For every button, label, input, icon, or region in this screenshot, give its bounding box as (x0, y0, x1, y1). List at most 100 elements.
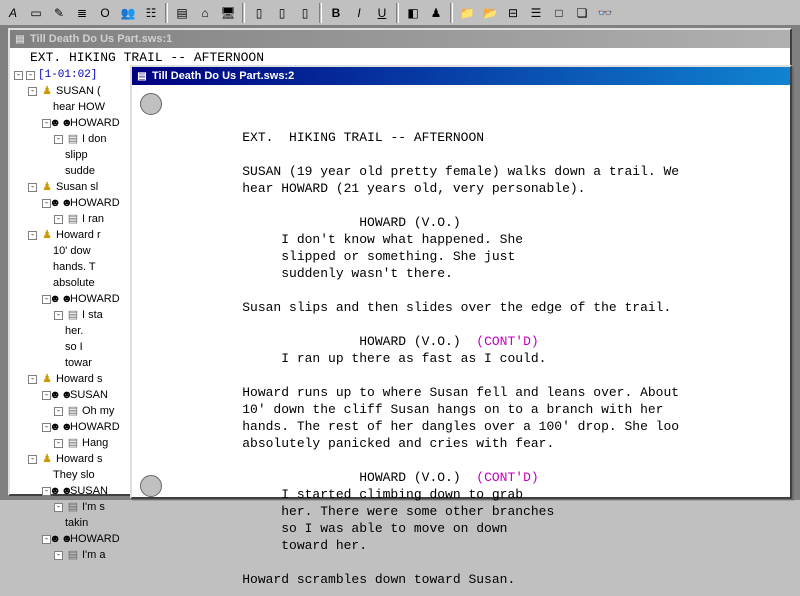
blank-icon[interactable]: □ (548, 2, 570, 24)
tree-node-label: her. (65, 323, 83, 339)
tree-node-label: They slo (53, 467, 95, 483)
pc-icon[interactable]: 🖥 (217, 2, 239, 24)
collapse-icon[interactable]: - (54, 551, 63, 560)
person-icon: ♟ (40, 180, 54, 194)
collapse-icon[interactable]: - (54, 407, 63, 416)
action-text: Howard scrambles down toward Susan. (172, 572, 515, 587)
green-doc-icon[interactable]: ▤ (171, 2, 193, 24)
tree-node-label: slipp (65, 147, 88, 163)
doc-icon: ▤ (66, 500, 80, 514)
action-text: Howard runs up to where Susan fell and l… (172, 385, 679, 451)
list-icon[interactable]: ☰ (525, 2, 547, 24)
tree-node-label: SUSAN (70, 387, 108, 403)
dialogue-text: I started climbing down to grab her. The… (172, 487, 554, 553)
tree-node-label: absolute (53, 275, 95, 291)
tree-node-label: I'm s (82, 499, 105, 515)
user-icon[interactable]: ♟ (425, 2, 447, 24)
doc-lines-icon[interactable]: ≣ (71, 2, 93, 24)
collapse-icon[interactable]: - (28, 183, 37, 192)
tree-node-label: so I (65, 339, 83, 355)
tree-node-label: Oh my (82, 403, 114, 419)
script-window-titlebar[interactable]: ▤ Till Death Do Us Part.sws:2 (132, 67, 790, 85)
paren-o-icon[interactable]: O (94, 2, 116, 24)
doc-icon: ▤ (66, 436, 80, 450)
collapse-icon[interactable]: - (28, 375, 37, 384)
scene-heading: EXT. HIKING TRAIL -- AFTERNOON (172, 130, 484, 145)
heads-icon: ☻☻ (54, 388, 68, 402)
scene-number: [1-01:02] (38, 67, 97, 83)
doc-icon: ▤ (66, 404, 80, 418)
find-icon[interactable]: ❏ (571, 2, 593, 24)
collapse-icon[interactable]: - (14, 71, 23, 80)
tree-node-label: I sta (82, 307, 103, 323)
collapse-icon[interactable]: - (28, 455, 37, 464)
folder2-icon[interactable]: 📂 (479, 2, 501, 24)
tree-node-label: towar (65, 355, 92, 371)
collapse-icon[interactable]: - (54, 135, 63, 144)
person-yellow-icon[interactable]: ✎ (48, 2, 70, 24)
dialogue-text: I don't know what happened. She slipped … (172, 232, 523, 281)
tree-node-label: Howard r (56, 227, 101, 243)
script-content[interactable]: EXT. HIKING TRAIL -- AFTERNOON SUSAN (19… (132, 85, 790, 596)
outline-window-titlebar[interactable]: ▤ Till Death Do Us Part.sws:1 (10, 30, 790, 48)
main-toolbar: A▭✎≣O👥☷▤⌂🖥▯▯▯BIU◧♟📁📂⊟☰□❏👓 (0, 0, 800, 26)
collapse-icon[interactable]: - (28, 87, 37, 96)
scene-marker-icon[interactable] (140, 475, 162, 497)
person-icon: ♟ (40, 372, 54, 386)
character-cue: HOWARD (V.O.) (CONT'D) (172, 470, 539, 485)
tree-node-label: Hang (82, 435, 108, 451)
page2-icon[interactable]: ▯ (271, 2, 293, 24)
card-icon[interactable]: ⊟ (502, 2, 524, 24)
page1-icon[interactable]: ▯ (248, 2, 270, 24)
tree-node-label: HOWARD (70, 115, 120, 131)
person-icon: ♟ (40, 452, 54, 466)
toolbar-separator (165, 3, 168, 23)
action-text: SUSAN (19 year old pretty female) walks … (172, 164, 679, 196)
script-window-title: Till Death Do Us Part.sws:2 (152, 70, 294, 82)
heads-icon: ☻☻ (54, 420, 68, 434)
tree-node-label: I ran (82, 211, 104, 227)
collapse-icon[interactable]: - (54, 215, 63, 224)
page3-icon[interactable]: ▯ (294, 2, 316, 24)
person-icon: ♟ (40, 228, 54, 242)
bold-icon[interactable]: B (325, 2, 347, 24)
tree-node-label: Howard s (56, 371, 102, 387)
script-window: ▤ Till Death Do Us Part.sws:2 EXT. HIKIN… (130, 65, 792, 499)
heads-icon: ☻☻ (54, 116, 68, 130)
tree-node-label: SUSAN (70, 483, 108, 499)
people-icon[interactable]: 👥 (117, 2, 139, 24)
contd-marker: (CONT'D) (476, 470, 538, 485)
toolbar-separator (319, 3, 322, 23)
binoc-icon[interactable]: 👓 (594, 2, 616, 24)
tree-node-label: takin (65, 515, 88, 531)
paint-icon[interactable]: ◧ (402, 2, 424, 24)
toolbar-separator (242, 3, 245, 23)
font-a-icon[interactable]: A (2, 2, 24, 24)
heads-icon: ☻☻ (54, 484, 68, 498)
italic-icon[interactable]: I (348, 2, 370, 24)
tree-node-label: 10' dow (53, 243, 91, 259)
scene-marker-icon[interactable] (140, 93, 162, 115)
underline-icon[interactable]: U (371, 2, 393, 24)
folder-icon[interactable]: 📁 (456, 2, 478, 24)
collapse-icon[interactable]: - (28, 231, 37, 240)
tree-node-label: I'm a (82, 547, 106, 563)
toolbar-separator (450, 3, 453, 23)
outline-window-title: Till Death Do Us Part.sws:1 (30, 33, 172, 45)
new-doc-icon[interactable]: ▭ (25, 2, 47, 24)
collapse-icon[interactable]: - (54, 311, 63, 320)
collapse-icon[interactable]: - (26, 71, 35, 80)
doc-text-icon[interactable]: ☷ (140, 2, 162, 24)
character-cue: HOWARD (V.O.) (CONT'D) (172, 334, 539, 349)
collapse-icon[interactable]: - (54, 439, 63, 448)
doc-icon: ▤ (66, 548, 80, 562)
character-cue: HOWARD (V.O.) (172, 215, 461, 230)
mdi-workspace: ▤ Till Death Do Us Part.sws:1 EXT. HIKIN… (0, 26, 800, 500)
tree-node-label: HOWARD (70, 195, 120, 211)
tree-node-label: I don (82, 131, 106, 147)
collapse-icon[interactable]: - (54, 503, 63, 512)
doc-icon: ▤ (135, 69, 149, 83)
scene-header-behind: EXT. HIKING TRAIL -- AFTERNOON (10, 48, 790, 65)
tree-node-label: hear HOW (53, 99, 105, 115)
home-icon[interactable]: ⌂ (194, 2, 216, 24)
